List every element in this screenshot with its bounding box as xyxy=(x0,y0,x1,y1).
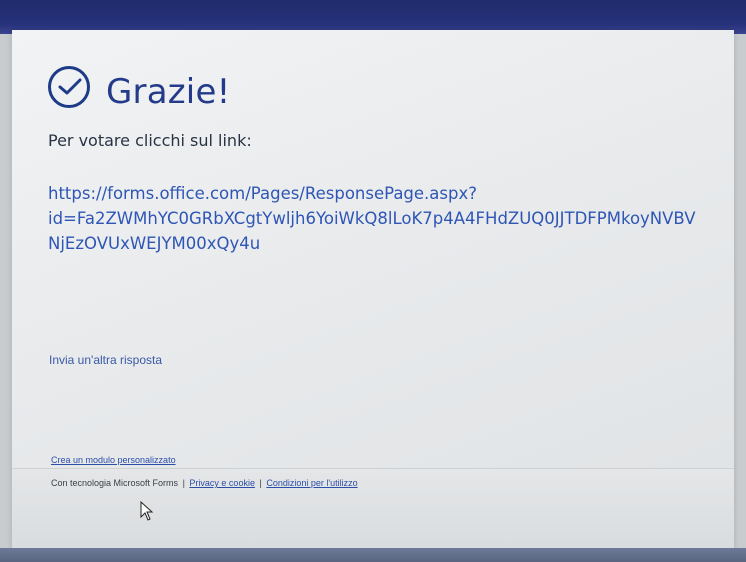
response-link-line-1: https://forms.office.com/Pages/ResponseP… xyxy=(48,184,478,203)
create-custom-form-link[interactable]: Crea un modulo personalizzato xyxy=(51,455,176,465)
check-circle-icon xyxy=(48,66,90,108)
footer-divider xyxy=(12,468,734,469)
footer-powered-by: Con tecnologia Microsoft Forms | Privacy… xyxy=(51,478,358,488)
footer-separator: | xyxy=(259,478,262,488)
submit-another-response-link[interactable]: Invia un'altra risposta xyxy=(49,353,162,367)
photo-of-screen: Grazie! Per votare clicchi sul link: htt… xyxy=(0,0,746,562)
response-link[interactable]: https://forms.office.com/Pages/ResponseP… xyxy=(48,181,738,256)
checkmark-icon xyxy=(58,78,82,95)
vote-prompt: Per votare clicchi sul link: xyxy=(48,131,252,150)
terms-of-use-link[interactable]: Condizioni per l'utilizzo xyxy=(266,478,357,488)
page-title: Grazie! xyxy=(106,72,231,112)
mouse-pointer-icon xyxy=(140,501,154,521)
footer-separator: | xyxy=(182,478,185,488)
powered-by-text: Con tecnologia Microsoft Forms xyxy=(51,478,179,488)
response-link-line-2: id=Fa2ZWMhYC0GRbXCgtYwljh6YoiWkQ8lLoK7p4… xyxy=(48,209,696,228)
monitor-top-edge xyxy=(0,0,746,34)
privacy-cookie-link[interactable]: Privacy e cookie xyxy=(189,478,255,488)
monitor-bottom-edge xyxy=(0,548,746,562)
response-link-line-3: NjEzOVUxWEJYM00xQy4u xyxy=(48,234,261,253)
